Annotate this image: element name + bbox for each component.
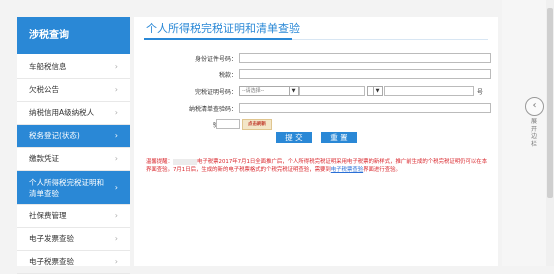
tax-type-input[interactable] — [239, 69, 491, 79]
sidebar-item-payment-voucher[interactable]: 缴款凭证 › — [17, 148, 130, 171]
sidebar-item-credit-a[interactable]: 纳税信用A级纳税人 › — [17, 102, 130, 125]
id-number-label: 身份证件号码： — [194, 56, 237, 63]
chevron-right-icon: › — [114, 154, 118, 163]
sidebar-title: 涉税查询 — [17, 17, 130, 54]
chevron-right-icon: › — [114, 108, 118, 117]
list-code-label: 纳税清单查验码： — [188, 106, 237, 113]
notice-prefix: 温馨提醒： — [146, 159, 173, 165]
notice-suffix: 界面进行查验。 — [363, 167, 401, 173]
sidebar-item-e-invoice[interactable]: 电子发票查验 › — [17, 228, 130, 251]
expand-char: 栏 — [530, 140, 537, 148]
sidebar-item-e-tax-ticket[interactable]: 电子税票查验 › — [17, 251, 130, 274]
sidebar-item-label: 纳税信用A级纳税人 — [29, 108, 95, 117]
title-underline — [144, 38, 292, 40]
page-title: 个人所得税完税证明和清单查验 — [146, 22, 300, 35]
number-suffix: 号 — [477, 89, 484, 96]
chevron-right-icon: › — [114, 234, 118, 243]
main-panel: 个人所得税完税证明和清单查验 身份证件号码： 税款： 完税证明号码： --请选择… — [134, 17, 498, 266]
certificate-input-1[interactable] — [299, 86, 365, 96]
sidebar: 涉税查询 车船税信息 › 欠税公告 › 纳税信用A级纳税人 › 税务登记(状态) › 缴… — [17, 17, 130, 274]
chevron-down-icon: ▼ — [289, 87, 297, 95]
tax-type-label: 税款： — [218, 72, 237, 79]
sidebar-item-label: 欠税公告 — [29, 85, 59, 94]
chevron-right-icon: › — [114, 211, 118, 220]
notice-text: 温馨提醒： 电子税票2017年7月1日全面推广后，个人所得税完税证明采用电子税票的… — [146, 158, 490, 174]
certificate-number-label: 完税证明号码： — [194, 89, 237, 96]
reset-button[interactable]: 重 置 — [321, 132, 357, 143]
submit-button[interactable]: 提 交 — [276, 132, 312, 143]
certificate-input-2[interactable] — [384, 86, 474, 96]
sidebar-item-label: 清单查验 — [29, 189, 59, 198]
chevron-right-icon: › — [114, 62, 118, 71]
redacted-block — [172, 158, 197, 165]
scrollbar-thumb[interactable] — [547, 8, 553, 198]
sidebar-item-label: 税务登记(状态) — [29, 131, 80, 140]
chevron-right-icon: › — [114, 131, 118, 140]
chevron-down-icon: ▼ — [373, 87, 381, 95]
sidebar-item-tax-arrears[interactable]: 欠税公告 › — [17, 79, 130, 102]
sidebar-item-label: 个人所得税完税证明和 — [29, 178, 104, 187]
list-code-input[interactable] — [239, 103, 491, 113]
chevron-right-icon: › — [114, 183, 118, 192]
expand-sidebar-label[interactable]: 展 开 边 栏 — [530, 118, 538, 148]
chevron-right-icon: › — [114, 85, 118, 94]
sidebar-item-label: 社保费管理 — [29, 211, 67, 220]
expand-char: 开 — [530, 125, 537, 133]
sidebar-item-social-security[interactable]: 社保费管理 › — [17, 205, 130, 228]
certificate-select-1[interactable]: --请选择-- ▼ — [239, 86, 299, 96]
e-tax-ticket-link[interactable]: 电子税票查验 — [331, 167, 363, 173]
select-placeholder: --请选择-- — [242, 88, 265, 94]
captcha-input[interactable] — [216, 119, 240, 129]
certificate-select-2[interactable]: ▼ — [367, 86, 383, 96]
sidebar-item-registration-status[interactable]: 税务登记(状态) › — [17, 125, 130, 148]
sidebar-item-iit-certificate[interactable]: 个人所得税完税证明和 清单查验 › — [17, 171, 130, 205]
sidebar-item-label: 缴款凭证 — [29, 154, 59, 163]
sidebar-item-label: 电子税票查验 — [29, 257, 74, 266]
notice-body: 电子税票2017年7月1日全面推广后，个人所得税完税证明采用电子税票的新样式，推… — [146, 159, 488, 173]
captcha-image[interactable]: 点击刷新 — [242, 119, 272, 130]
collapse-toggle-icon[interactable]: ‹ — [525, 97, 544, 116]
id-number-input[interactable] — [239, 53, 491, 63]
sidebar-item-vehicle-tax[interactable]: 车船税信息 › — [17, 56, 130, 79]
title-divider — [292, 39, 488, 40]
chevron-right-icon: › — [114, 257, 118, 266]
sidebar-item-label: 车船税信息 — [29, 62, 67, 71]
expand-char: 边 — [530, 133, 537, 140]
expand-char: 展 — [530, 118, 537, 125]
sidebar-item-label: 电子发票查验 — [29, 234, 74, 243]
